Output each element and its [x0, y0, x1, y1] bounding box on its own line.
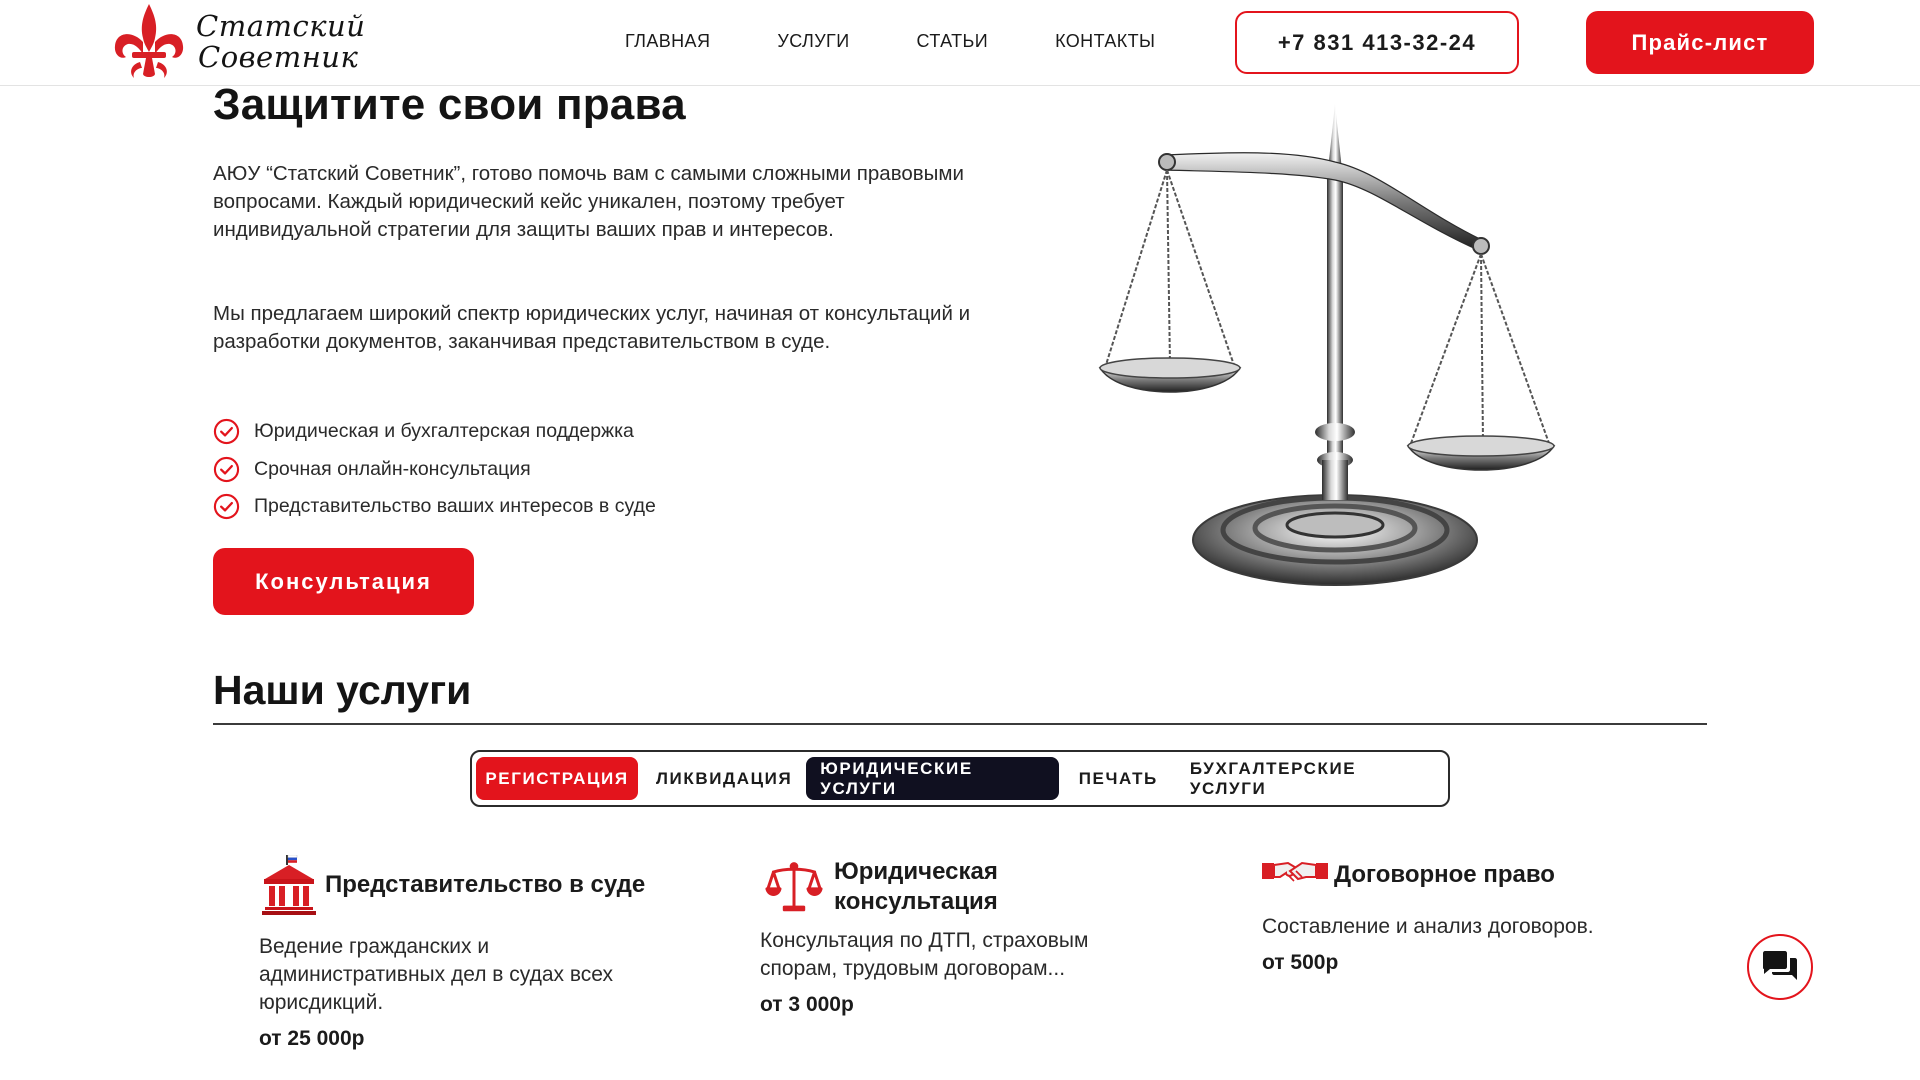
- main-nav: ГЛАВНАЯ УСЛУГИ СТАТЬИ КОНТАКТЫ: [625, 31, 1222, 52]
- card-title: Юридическая консультация: [834, 858, 998, 915]
- tab-registration[interactable]: РЕГИСТРАЦИЯ: [476, 757, 638, 800]
- tab-legal-services[interactable]: ЮРИДИЧЕСКИЕ УСЛУГИ: [806, 757, 1059, 800]
- list-item: Представительство ваших интересов в суде: [213, 488, 656, 526]
- site-header: Статский Советник ГЛАВНАЯ УСЛУГИ СТАТЬИ …: [0, 0, 1920, 86]
- card-header: Юридическая консультация: [760, 857, 1190, 917]
- hero-paragraph-2: Мы предлагаем широкий спектр юридических…: [213, 302, 971, 353]
- check-circle-icon: [213, 456, 240, 482]
- logo-line-1: Статский: [196, 9, 366, 43]
- list-item-text: Представительство ваших интересов в суде: [254, 495, 656, 518]
- courthouse-icon: [262, 855, 316, 915]
- tab-accounting[interactable]: БУХГАЛТЕРСКИЕ УСЛУГИ: [1176, 757, 1448, 800]
- divider: [213, 723, 1707, 725]
- services-title: Наши услуги: [213, 667, 472, 713]
- list-item: Юридическая и бухгалтерская поддержка: [213, 413, 656, 451]
- service-card[interactable]: Представительство в суде Ведение граждан…: [259, 855, 689, 1051]
- nav-contacts[interactable]: КОНТАКТЫ: [1055, 31, 1155, 52]
- nav-home[interactable]: ГЛАВНАЯ: [625, 31, 710, 52]
- card-price: от 25 000р: [259, 1027, 365, 1050]
- card-header: Представительство в суде: [259, 855, 689, 915]
- nav-services[interactable]: УСЛУГИ: [777, 31, 849, 52]
- price-list-button[interactable]: Прайс-лист: [1586, 11, 1814, 74]
- logo-text: Статский Советник: [196, 11, 365, 73]
- list-item: Срочная онлайн-консультация: [213, 451, 656, 489]
- services-tabs: РЕГИСТРАЦИЯ ЛИКВИДАЦИЯ ЮРИДИЧЕСКИЕ УСЛУГ…: [470, 750, 1450, 807]
- tab-liquidation[interactable]: ЛИКВИДАЦИЯ: [642, 757, 806, 800]
- chat-icon: [1763, 951, 1797, 980]
- tab-print[interactable]: ПЕЧАТЬ: [1065, 757, 1172, 800]
- logo[interactable]: Статский Советник: [110, 2, 380, 82]
- card-title: Договорное право: [1334, 861, 1555, 888]
- list-item-text: Срочная онлайн-консультация: [254, 457, 531, 480]
- nav-articles[interactable]: СТАТЬИ: [917, 31, 989, 52]
- scales-of-justice-image: [1098, 104, 1556, 586]
- scales-icon: [765, 862, 823, 912]
- list-item-text: Юридическая и бухгалтерская поддержка: [254, 420, 634, 443]
- consultation-button[interactable]: Консультация: [213, 548, 474, 615]
- check-circle-icon: [213, 419, 240, 445]
- card-title: Представительство в суде: [325, 871, 646, 898]
- card-price: от 500р: [1262, 951, 1339, 974]
- card-description: Консультация по ДТП, страховым спорам, т…: [760, 929, 1089, 980]
- chat-button[interactable]: [1747, 934, 1813, 1000]
- service-card[interactable]: Договорное право Составление и анализ до…: [1262, 855, 1692, 975]
- fleur-de-lis-icon: [114, 4, 184, 78]
- check-circle-icon: [213, 494, 240, 520]
- hero-title: Защитите свои права: [213, 80, 686, 129]
- logo-line-2: Советник: [198, 40, 359, 74]
- card-header: Договорное право: [1262, 855, 1692, 895]
- service-card[interactable]: Юридическая консультация Консультация по…: [760, 857, 1190, 1017]
- card-description: Ведение гражданских и административных д…: [259, 935, 613, 1014]
- phone-button[interactable]: +7 831 413-32-24: [1235, 11, 1519, 74]
- hero-paragraph-1: АЮУ “Статский Советник”, готово помочь в…: [213, 162, 964, 241]
- card-description: Составление и анализ договоров.: [1262, 915, 1594, 938]
- handshake-icon: [1262, 861, 1328, 882]
- card-price: от 3 000р: [760, 993, 854, 1016]
- benefits-list: Юридическая и бухгалтерская поддержка Ср…: [213, 413, 656, 526]
